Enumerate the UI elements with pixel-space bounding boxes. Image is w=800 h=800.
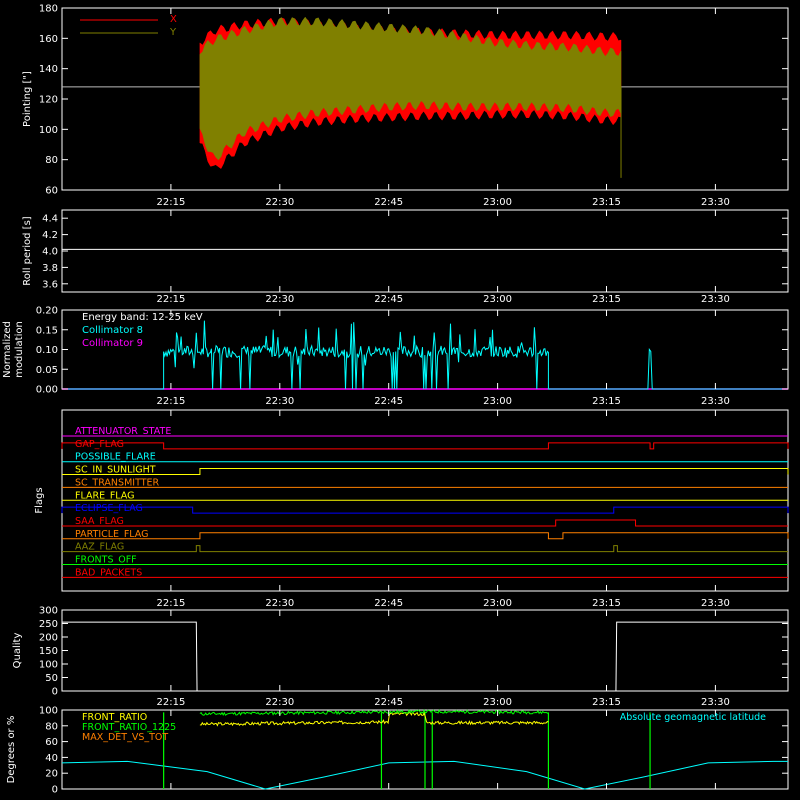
roll-period-ylabel: Roll period [s] — [22, 216, 33, 285]
x-tick-label: 23:00 — [483, 197, 512, 208]
x-tick-label: 22:15 — [156, 294, 185, 305]
y-tick-label: 3.6 — [42, 279, 58, 290]
modulation-legend-title: Energy band: 12-25 keV — [82, 312, 203, 323]
flag-label-particle-flag: PARTICLE_FLAG — [75, 529, 148, 540]
y-tick-label: 150 — [39, 646, 58, 657]
x-tick-label: 22:30 — [265, 598, 294, 609]
figure: 60 80 100 120 140 160 180 22:15 22:30 22:45 23:00 2… — [2, 4, 789, 796]
x-tick-label: 22:30 — [265, 697, 294, 708]
y-tick-label: 0 — [52, 687, 58, 698]
y-tick-label: 100 — [39, 660, 58, 671]
quality-line — [62, 621, 788, 692]
legend-label-y: Y — [169, 27, 177, 38]
y-tick-label: 160 — [39, 34, 58, 45]
flag-line-gap-flag — [61, 442, 789, 450]
collimator-8-line — [62, 320, 788, 390]
front-ratio-1225-line — [199, 708, 549, 716]
x-tick-label: 23:15 — [592, 294, 621, 305]
x-tick-label: 22:45 — [374, 697, 403, 708]
x-tick-label: 23:00 — [483, 294, 512, 305]
y-tick-label: 200 — [39, 633, 58, 644]
modulation-ylabel-line1: Normalized — [2, 321, 13, 378]
y-tick-label: 50 — [45, 673, 58, 684]
flag-line-particle-flag — [62, 532, 789, 540]
y-tick-label: 0.15 — [36, 325, 58, 336]
y-tick-label: 300 — [39, 606, 58, 617]
y-tick-label: 0.05 — [36, 365, 58, 376]
flag-label-aaz-flag: AAZ_FLAG — [75, 542, 124, 553]
x-tick-label: 22:45 — [374, 598, 403, 609]
x-tick-label: 23:00 — [483, 697, 512, 708]
flag-label-attenuator-state: ATTENUATOR_STATE — [75, 426, 171, 437]
x-tick-label: 23:15 — [592, 197, 621, 208]
y-tick-label: 140 — [39, 64, 58, 75]
quality-ylabel: Quality — [12, 633, 23, 669]
x-tick-label: 23:15 — [592, 396, 621, 407]
x-tick-label: 23:30 — [701, 598, 730, 609]
pointing-band-y — [199, 16, 622, 161]
y-tick-label: 60 — [45, 737, 58, 748]
y-tick-label: 120 — [39, 95, 58, 106]
ratio-legend-max-det-vs-tot: MAX_DET_VS_TOT — [82, 732, 168, 743]
flag-line-aaz-flag — [62, 545, 788, 553]
flag-label-gap-flag: GAP_FLAG — [75, 439, 124, 450]
flag-label-saa-flag: SAA_FLAG — [75, 516, 124, 527]
flag-line-sc-in-sunlight — [62, 468, 789, 476]
ratio-ylabel: Degrees or % — [6, 716, 17, 784]
x-tick-label: 22:45 — [374, 197, 403, 208]
flag-label-eclipse-flag: ECLIPSE_FLAG — [75, 503, 143, 514]
y-tick-label: 4.2 — [42, 230, 58, 241]
y-tick-label: 20 — [45, 769, 58, 780]
x-tick-label: 22:30 — [265, 294, 294, 305]
flag-line-eclipse-flag — [61, 506, 789, 514]
front-ratio-line — [199, 711, 549, 727]
x-tick-label: 22:30 — [265, 396, 294, 407]
y-tick-label: 0.20 — [36, 306, 58, 317]
flags-ylabel: Flags — [34, 487, 45, 513]
flag-line-saa-flag — [62, 519, 788, 527]
roll-period-panel — [61, 209, 789, 293]
modulation-legend-8: Collimator 8 — [82, 325, 143, 336]
modulation-ylabel-line2: modulation — [14, 321, 25, 378]
x-tick-label: 23:30 — [701, 294, 730, 305]
y-tick-label: 180 — [39, 4, 58, 15]
y-tick-label: 0.10 — [36, 345, 58, 356]
y-tick-label: 40 — [45, 753, 58, 764]
y-tick-label: 4.0 — [42, 247, 58, 258]
flag-label-sc-in-sunlight: SC_IN_SUNLIGHT — [75, 465, 156, 476]
flag-label-sc-transmitter: SC_TRANSMITTER — [75, 477, 160, 488]
y-tick-label: 100 — [39, 125, 58, 136]
modulation-legend-9: Collimator 9 — [82, 338, 143, 349]
x-tick-label: 22:15 — [156, 396, 185, 407]
y-tick-label: 3.8 — [42, 263, 58, 274]
y-tick-label: 4.4 — [42, 214, 58, 225]
pointing-ylabel: Pointing ["] — [22, 71, 33, 127]
x-tick-label: 23:15 — [592, 598, 621, 609]
legend-label-x: X — [170, 14, 177, 25]
x-tick-label: 23:30 — [701, 197, 730, 208]
x-tick-label: 22:30 — [265, 197, 294, 208]
y-tick-label: 80 — [45, 155, 58, 166]
x-tick-label: 23:30 — [701, 396, 730, 407]
x-tick-label: 22:15 — [156, 697, 185, 708]
x-tick-label: 22:15 — [156, 197, 185, 208]
y-tick-label: 80 — [45, 721, 58, 732]
x-tick-label: 22:45 — [374, 396, 403, 407]
y-tick-label: 0.00 — [36, 385, 58, 396]
y-tick-label: 60 — [45, 186, 58, 197]
x-tick-label: 23:30 — [701, 697, 730, 708]
y-tick-label: 100 — [39, 706, 58, 717]
geomagnetic-latitude-label: Absolute geomagnetic latitude — [620, 712, 766, 723]
flag-label-bad-packets: BAD_PACKETS — [75, 567, 142, 578]
flag-label-possible-flare: POSSIBLE_FLARE — [75, 452, 156, 463]
x-tick-label: 22:45 — [374, 294, 403, 305]
x-tick-label: 22:15 — [156, 598, 185, 609]
y-tick-label: 0 — [52, 785, 58, 796]
x-tick-label: 23:15 — [592, 697, 621, 708]
y-tick-label: 250 — [39, 619, 58, 630]
flag-label-flare-flag: FLARE_FLAG — [75, 490, 135, 501]
x-tick-label: 23:00 — [483, 396, 512, 407]
flag-label-fronts-off: FRONTS_OFF — [75, 555, 137, 566]
x-tick-label: 23:00 — [483, 598, 512, 609]
